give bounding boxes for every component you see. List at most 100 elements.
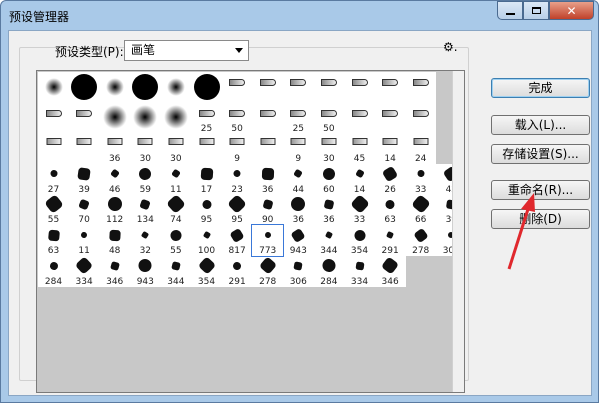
brush-preset-item[interactable]	[38, 72, 69, 103]
brush-preset-item[interactable]: 74	[160, 194, 192, 226]
brush-preset-item[interactable]: 284	[38, 255, 69, 287]
brush-preset-item[interactable]: 284	[313, 255, 345, 287]
done-button[interactable]: 完成	[491, 78, 590, 98]
brush-preset-item[interactable]: 36	[99, 133, 131, 165]
brush-preset-item[interactable]: 55	[160, 225, 192, 256]
brush-preset-item[interactable]: 23	[221, 163, 253, 195]
brush-preset-item[interactable]	[405, 102, 437, 134]
delete-button[interactable]: 删除(D)	[491, 209, 590, 229]
brush-preset-item[interactable]: 44	[282, 163, 314, 195]
brush-preset-item[interactable]: 30	[313, 133, 345, 165]
brush-preset-item[interactable]: 943	[282, 225, 314, 256]
brush-preset-item[interactable]	[252, 102, 284, 134]
brush-preset-item[interactable]	[344, 72, 375, 103]
brush-preset-item[interactable]	[68, 133, 100, 165]
brush-preset-item[interactable]: 25	[191, 102, 222, 134]
brush-preset-item[interactable]: 773	[251, 224, 285, 257]
brush-preset-grid[interactable]: 25 50 25 50 36 30 30 9 9 30 45 14 24 27 39 46 59 11 17 23 36…	[36, 70, 465, 393]
brush-preset-item[interactable]	[129, 72, 161, 103]
minimize-button[interactable]	[497, 1, 523, 20]
brush-preset-item[interactable]	[99, 72, 131, 103]
brush-preset-item[interactable]: 9	[282, 133, 314, 165]
brush-preset-item[interactable]: 25	[282, 102, 314, 134]
brush-preset-item[interactable]: 32	[129, 225, 161, 256]
brush-preset-item[interactable]	[405, 72, 437, 103]
brush-preset-item[interactable]: 70	[68, 194, 100, 226]
brush-preset-item[interactable]: 334	[344, 255, 375, 287]
brush-preset-item[interactable]: 27	[38, 163, 69, 195]
brush-preset-item[interactable]: 17	[191, 163, 222, 195]
brush-preset-item[interactable]: 291	[221, 255, 253, 287]
brush-preset-item[interactable]: 50	[313, 102, 345, 134]
brush-preset-item[interactable]: 100	[191, 225, 222, 256]
brush-preset-item[interactable]: 344	[160, 255, 192, 287]
brush-preset-item[interactable]: 66	[405, 194, 437, 226]
brush-preset-item[interactable]: 95	[221, 194, 253, 226]
brush-preset-item[interactable]: 14	[344, 163, 375, 195]
brush-preset-item[interactable]: 11	[68, 225, 100, 256]
brush-preset-item[interactable]: 45	[344, 133, 375, 165]
brush-preset-item[interactable]: 33	[405, 163, 437, 195]
close-button[interactable]: ✕	[549, 1, 594, 20]
brush-preset-item[interactable]	[252, 72, 284, 103]
maximize-button[interactable]	[523, 1, 549, 20]
brush-preset-item[interactable]: 30	[160, 133, 192, 165]
brush-preset-item[interactable]: 306	[282, 255, 314, 287]
brush-preset-item[interactable]	[374, 72, 406, 103]
rename-button[interactable]: 重命名(R)...	[491, 180, 590, 200]
brush-preset-item[interactable]	[344, 102, 375, 134]
brush-preset-item[interactable]	[221, 72, 253, 103]
save-settings-button[interactable]: 存储设置(S)...	[491, 144, 590, 164]
brush-preset-item[interactable]: 36	[282, 194, 314, 226]
brush-preset-item[interactable]	[191, 133, 222, 165]
brush-preset-item[interactable]: 278	[405, 225, 437, 256]
load-button[interactable]: 载入(L)...	[491, 115, 590, 135]
brush-preset-item[interactable]: 26	[374, 163, 406, 195]
brush-preset-item[interactable]	[160, 72, 192, 103]
brush-preset-item[interactable]: 36	[252, 163, 284, 195]
brush-preset-item[interactable]: 943	[129, 255, 161, 287]
brush-preset-item[interactable]: 55	[38, 194, 69, 226]
brush-preset-item[interactable]: 63	[38, 225, 69, 256]
brush-preset-item[interactable]	[191, 72, 222, 103]
brush-preset-item[interactable]	[282, 72, 314, 103]
brush-preset-item[interactable]: 112	[99, 194, 131, 226]
brush-preset-item[interactable]: 59	[129, 163, 161, 195]
brush-preset-item[interactable]	[68, 102, 100, 134]
brush-preset-item[interactable]: 24	[405, 133, 437, 165]
gear-menu-icon[interactable]: ⚙.	[443, 40, 458, 54]
vertical-scrollbar[interactable]	[452, 71, 464, 392]
brush-preset-item[interactable]	[374, 102, 406, 134]
brush-preset-item[interactable]: 134	[129, 194, 161, 226]
brush-preset-item[interactable]: 33	[344, 194, 375, 226]
brush-preset-item[interactable]: 346	[99, 255, 131, 287]
brush-preset-item[interactable]: 48	[99, 225, 131, 256]
brush-preset-item[interactable]: 30	[129, 133, 161, 165]
brush-preset-item[interactable]: 334	[68, 255, 100, 287]
brush-preset-item[interactable]: 278	[252, 255, 284, 287]
brush-preset-item[interactable]: 90	[252, 194, 284, 226]
brush-preset-item[interactable]	[38, 133, 69, 165]
brush-preset-item[interactable]: 354	[344, 225, 375, 256]
brush-preset-item[interactable]: 354	[191, 255, 222, 287]
brush-preset-item[interactable]: 63	[374, 194, 406, 226]
brush-preset-item[interactable]: 36	[313, 194, 345, 226]
brush-preset-item[interactable]: 50	[221, 102, 253, 134]
brush-preset-item[interactable]: 817	[221, 225, 253, 256]
brush-preset-item[interactable]: 9	[221, 133, 253, 165]
brush-preset-item[interactable]: 11	[160, 163, 192, 195]
brush-preset-item[interactable]: 291	[374, 225, 406, 256]
brush-preset-item[interactable]	[99, 102, 131, 134]
brush-preset-item[interactable]	[68, 72, 100, 103]
brush-preset-item[interactable]	[129, 102, 161, 134]
brush-preset-item[interactable]: 346	[374, 255, 406, 287]
brush-preset-item[interactable]: 95	[191, 194, 222, 226]
brush-preset-item[interactable]: 46	[99, 163, 131, 195]
brush-preset-item[interactable]	[313, 72, 345, 103]
brush-preset-item[interactable]	[160, 102, 192, 134]
brush-preset-item[interactable]: 60	[313, 163, 345, 195]
brush-preset-item[interactable]: 39	[68, 163, 100, 195]
brush-preset-item[interactable]: 344	[313, 225, 345, 256]
brush-preset-item[interactable]: 14	[374, 133, 406, 165]
brush-preset-item[interactable]	[38, 102, 69, 134]
